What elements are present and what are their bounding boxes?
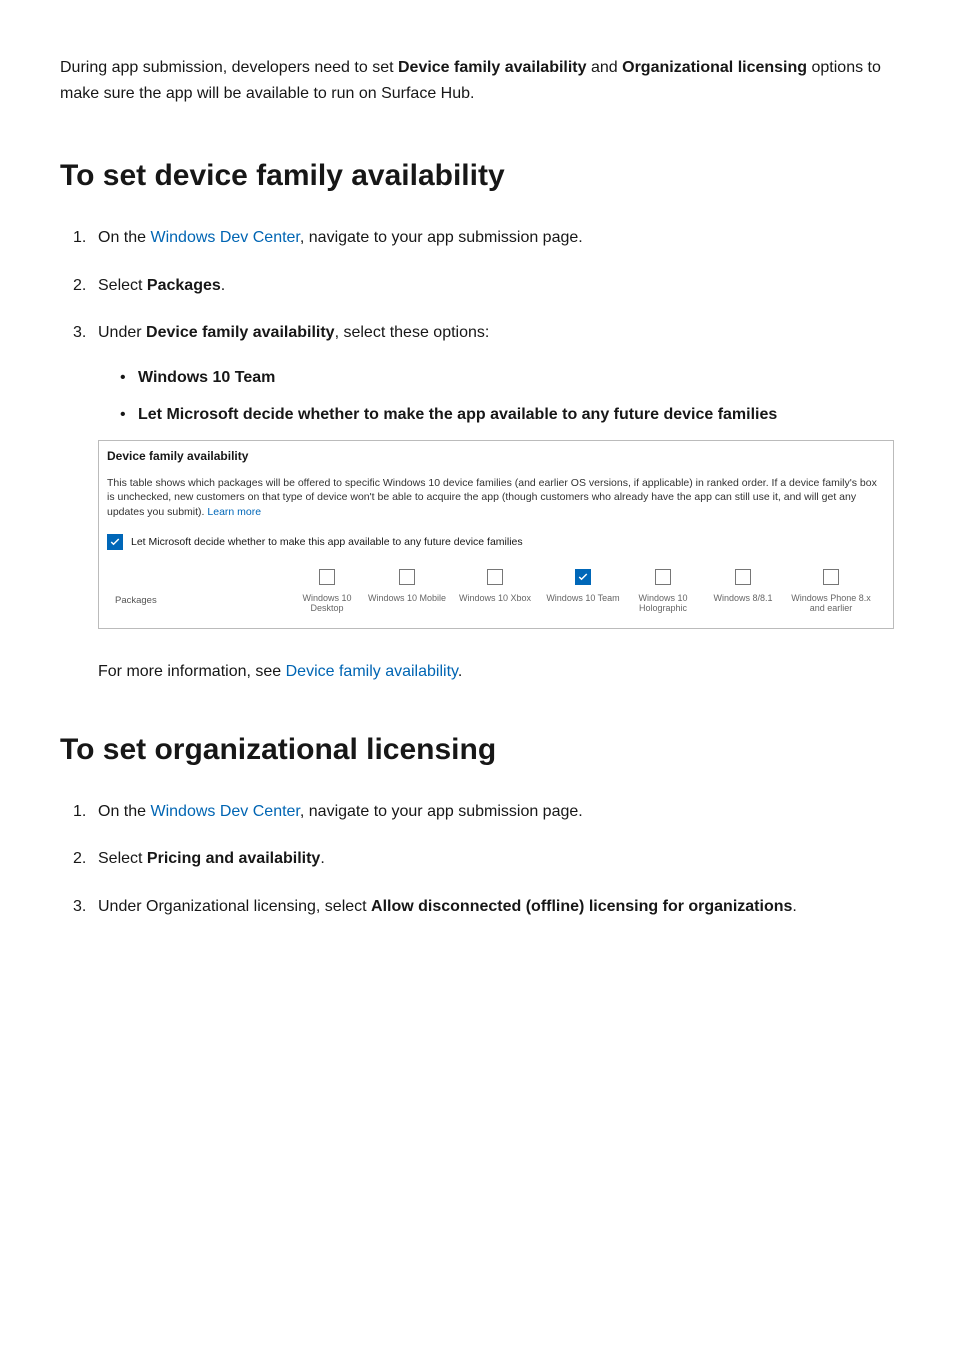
team-checkbox-cell [543,569,623,585]
future-families-label: Let Microsoft decide whether to make thi… [131,534,523,551]
win8-checkbox-cell [703,569,783,585]
holographic-checkbox[interactable] [655,569,671,585]
xbox-label: Windows 10 Xbox [447,593,543,615]
section2-steps: On the Windows Dev Center, navigate to y… [60,799,894,920]
checkmark-icon [577,571,589,583]
wp8-checkbox-cell [783,569,879,585]
followup-text: For more information, see Device family … [98,659,894,685]
packages-row-label: Packages [115,593,157,608]
step2: Select Packages. [98,273,894,299]
windows-dev-center-link[interactable]: Windows Dev Center [150,229,299,246]
intro-bold2: Organizational licensing [622,59,807,76]
step1-prefix: On the [98,229,150,246]
followup-prefix: For more information, see [98,663,286,680]
desktop-checkbox[interactable] [319,569,335,585]
s2-step2-bold: Pricing and availability [147,850,320,867]
step3-bullets: Windows 10 Team Let Microsoft decide whe… [98,364,894,430]
bullet-windows-10-team: Windows 10 Team [138,364,894,393]
device-labels-row: Windows 10 Desktop Windows 10 Mobile Win… [107,593,885,615]
step3-prefix: Under [98,324,146,341]
intro-bold1: Device family availability [398,59,587,76]
s2-step3-suffix: . [792,898,796,915]
step2-prefix: Select [98,277,147,294]
desktop-label: Windows 10 Desktop [287,593,367,615]
section1-heading: To set device family availability [60,156,894,195]
device-family-table: Windows 10 Desktop Windows 10 Mobile Win… [107,569,885,619]
future-families-checkbox[interactable] [107,534,123,550]
s2-step1-prefix: On the [98,803,150,820]
section1-steps: On the Windows Dev Center, navigate to y… [60,225,894,685]
s2-step3-prefix: Under Organizational licensing, select [98,898,371,915]
s2-step2-prefix: Select [98,850,147,867]
screenshot-title: Device family availability [107,447,885,466]
step2-suffix: . [221,277,225,294]
s2-step3-bold: Allow disconnected (offline) licensing f… [371,898,792,915]
intro-text2: and [587,59,623,76]
desktop-checkbox-cell [287,569,367,585]
section2-step1: On the Windows Dev Center, navigate to y… [98,799,894,825]
intro-paragraph: During app submission, developers need t… [60,55,894,106]
mobile-checkbox-cell [367,569,447,585]
holographic-label: Windows 10 Holographic [623,593,703,615]
followup-suffix: . [458,663,462,680]
future-families-checkbox-row[interactable]: Let Microsoft decide whether to make thi… [107,534,885,551]
win8-checkbox[interactable] [735,569,751,585]
team-label: Windows 10 Team [543,593,623,615]
section2-step3: Under Organizational licensing, select A… [98,894,894,920]
holographic-checkbox-cell [623,569,703,585]
wp8-label: Windows Phone 8.x and earlier [783,593,879,615]
device-family-availability-link[interactable]: Device family availability [286,663,458,680]
xbox-checkbox[interactable] [487,569,503,585]
section2-heading: To set organizational licensing [60,730,894,769]
device-family-screenshot: Device family availability This table sh… [98,440,894,630]
step3: Under Device family availability, select… [98,320,894,684]
learn-more-link[interactable]: Learn more [207,506,261,518]
screenshot-description: This table shows which packages will be … [107,476,885,520]
step3-suffix: , select these options: [335,324,490,341]
intro-text: During app submission, developers need t… [60,59,398,76]
team-checkbox[interactable] [575,569,591,585]
step1-suffix: , navigate to your app submission page. [300,229,583,246]
device-checkboxes-row [107,569,885,585]
win8-label: Windows 8/8.1 [703,593,783,615]
s2-step2-suffix: . [320,850,324,867]
step3-bold: Device family availability [146,324,335,341]
step1: On the Windows Dev Center, navigate to y… [98,225,894,251]
step2-bold: Packages [147,277,221,294]
section2-step2: Select Pricing and availability. [98,846,894,872]
bullet-let-microsoft-decide: Let Microsoft decide whether to make the… [138,401,894,430]
xbox-checkbox-cell [447,569,543,585]
mobile-label: Windows 10 Mobile [367,593,447,615]
s2-step1-suffix: , navigate to your app submission page. [300,803,583,820]
wp8-checkbox[interactable] [823,569,839,585]
mobile-checkbox[interactable] [399,569,415,585]
checkmark-icon [109,536,121,548]
windows-dev-center-link-2[interactable]: Windows Dev Center [150,803,299,820]
